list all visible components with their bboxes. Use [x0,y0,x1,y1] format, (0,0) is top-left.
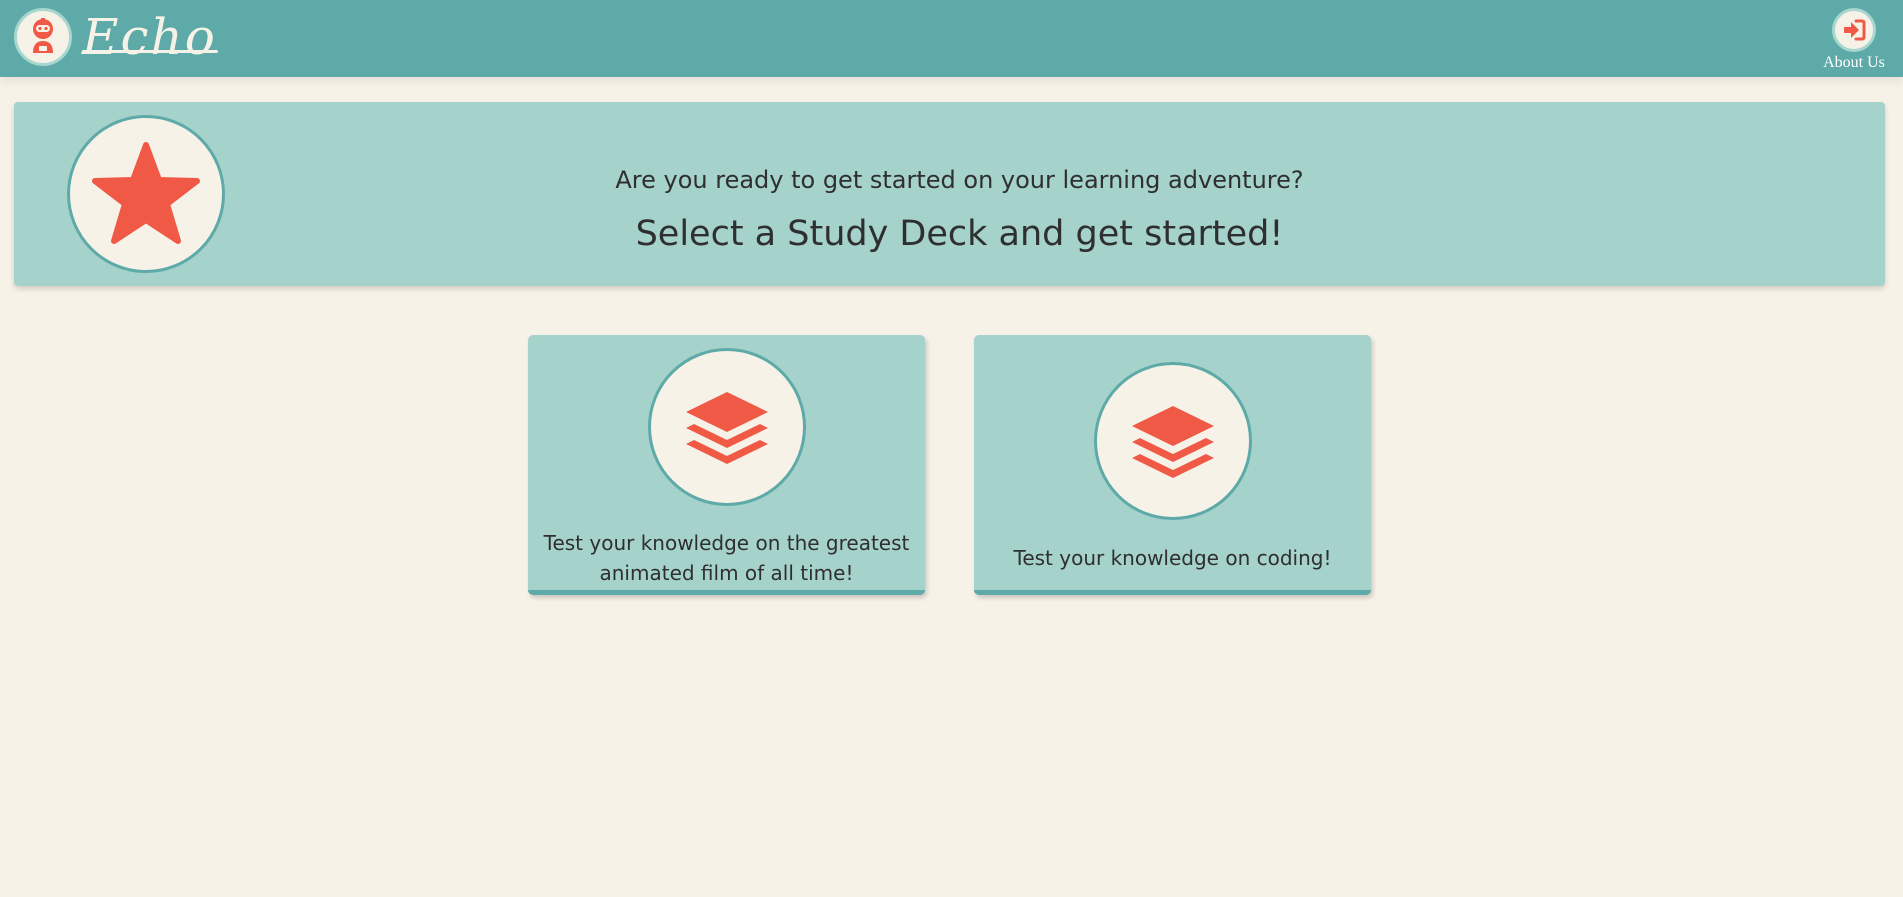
robot-icon [33,18,53,53]
deck-badge [648,348,806,506]
about-us-link[interactable]: About Us [1819,8,1889,72]
brand-logo-text[interactable]: Echo [82,6,217,68]
study-deck-card-coding[interactable]: Test your knowledge on coding! [974,335,1371,595]
study-deck-card-animated-film[interactable]: Test your knowledge on the greatest anim… [528,335,925,595]
layers-icon [686,392,768,464]
welcome-banner: Are you ready to get started on your lea… [14,102,1885,286]
deck-description: Test your knowledge on coding! [1013,546,1332,570]
deck-description: Test your knowledge on the greatest anim… [543,531,910,585]
logo-badge[interactable] [14,8,72,66]
hero-subtitle: Are you ready to get started on your lea… [615,166,1304,194]
about-badge[interactable] [1832,8,1876,52]
top-navbar: Echo About Us [0,0,1903,77]
hero-title: Select a Study Deck and get started! [635,214,1284,254]
deck-badge [1094,362,1252,520]
about-us-label[interactable]: About Us [1819,54,1889,72]
sign-in-icon [1844,19,1866,41]
layers-icon [1132,406,1214,478]
brand-underline [82,50,218,53]
